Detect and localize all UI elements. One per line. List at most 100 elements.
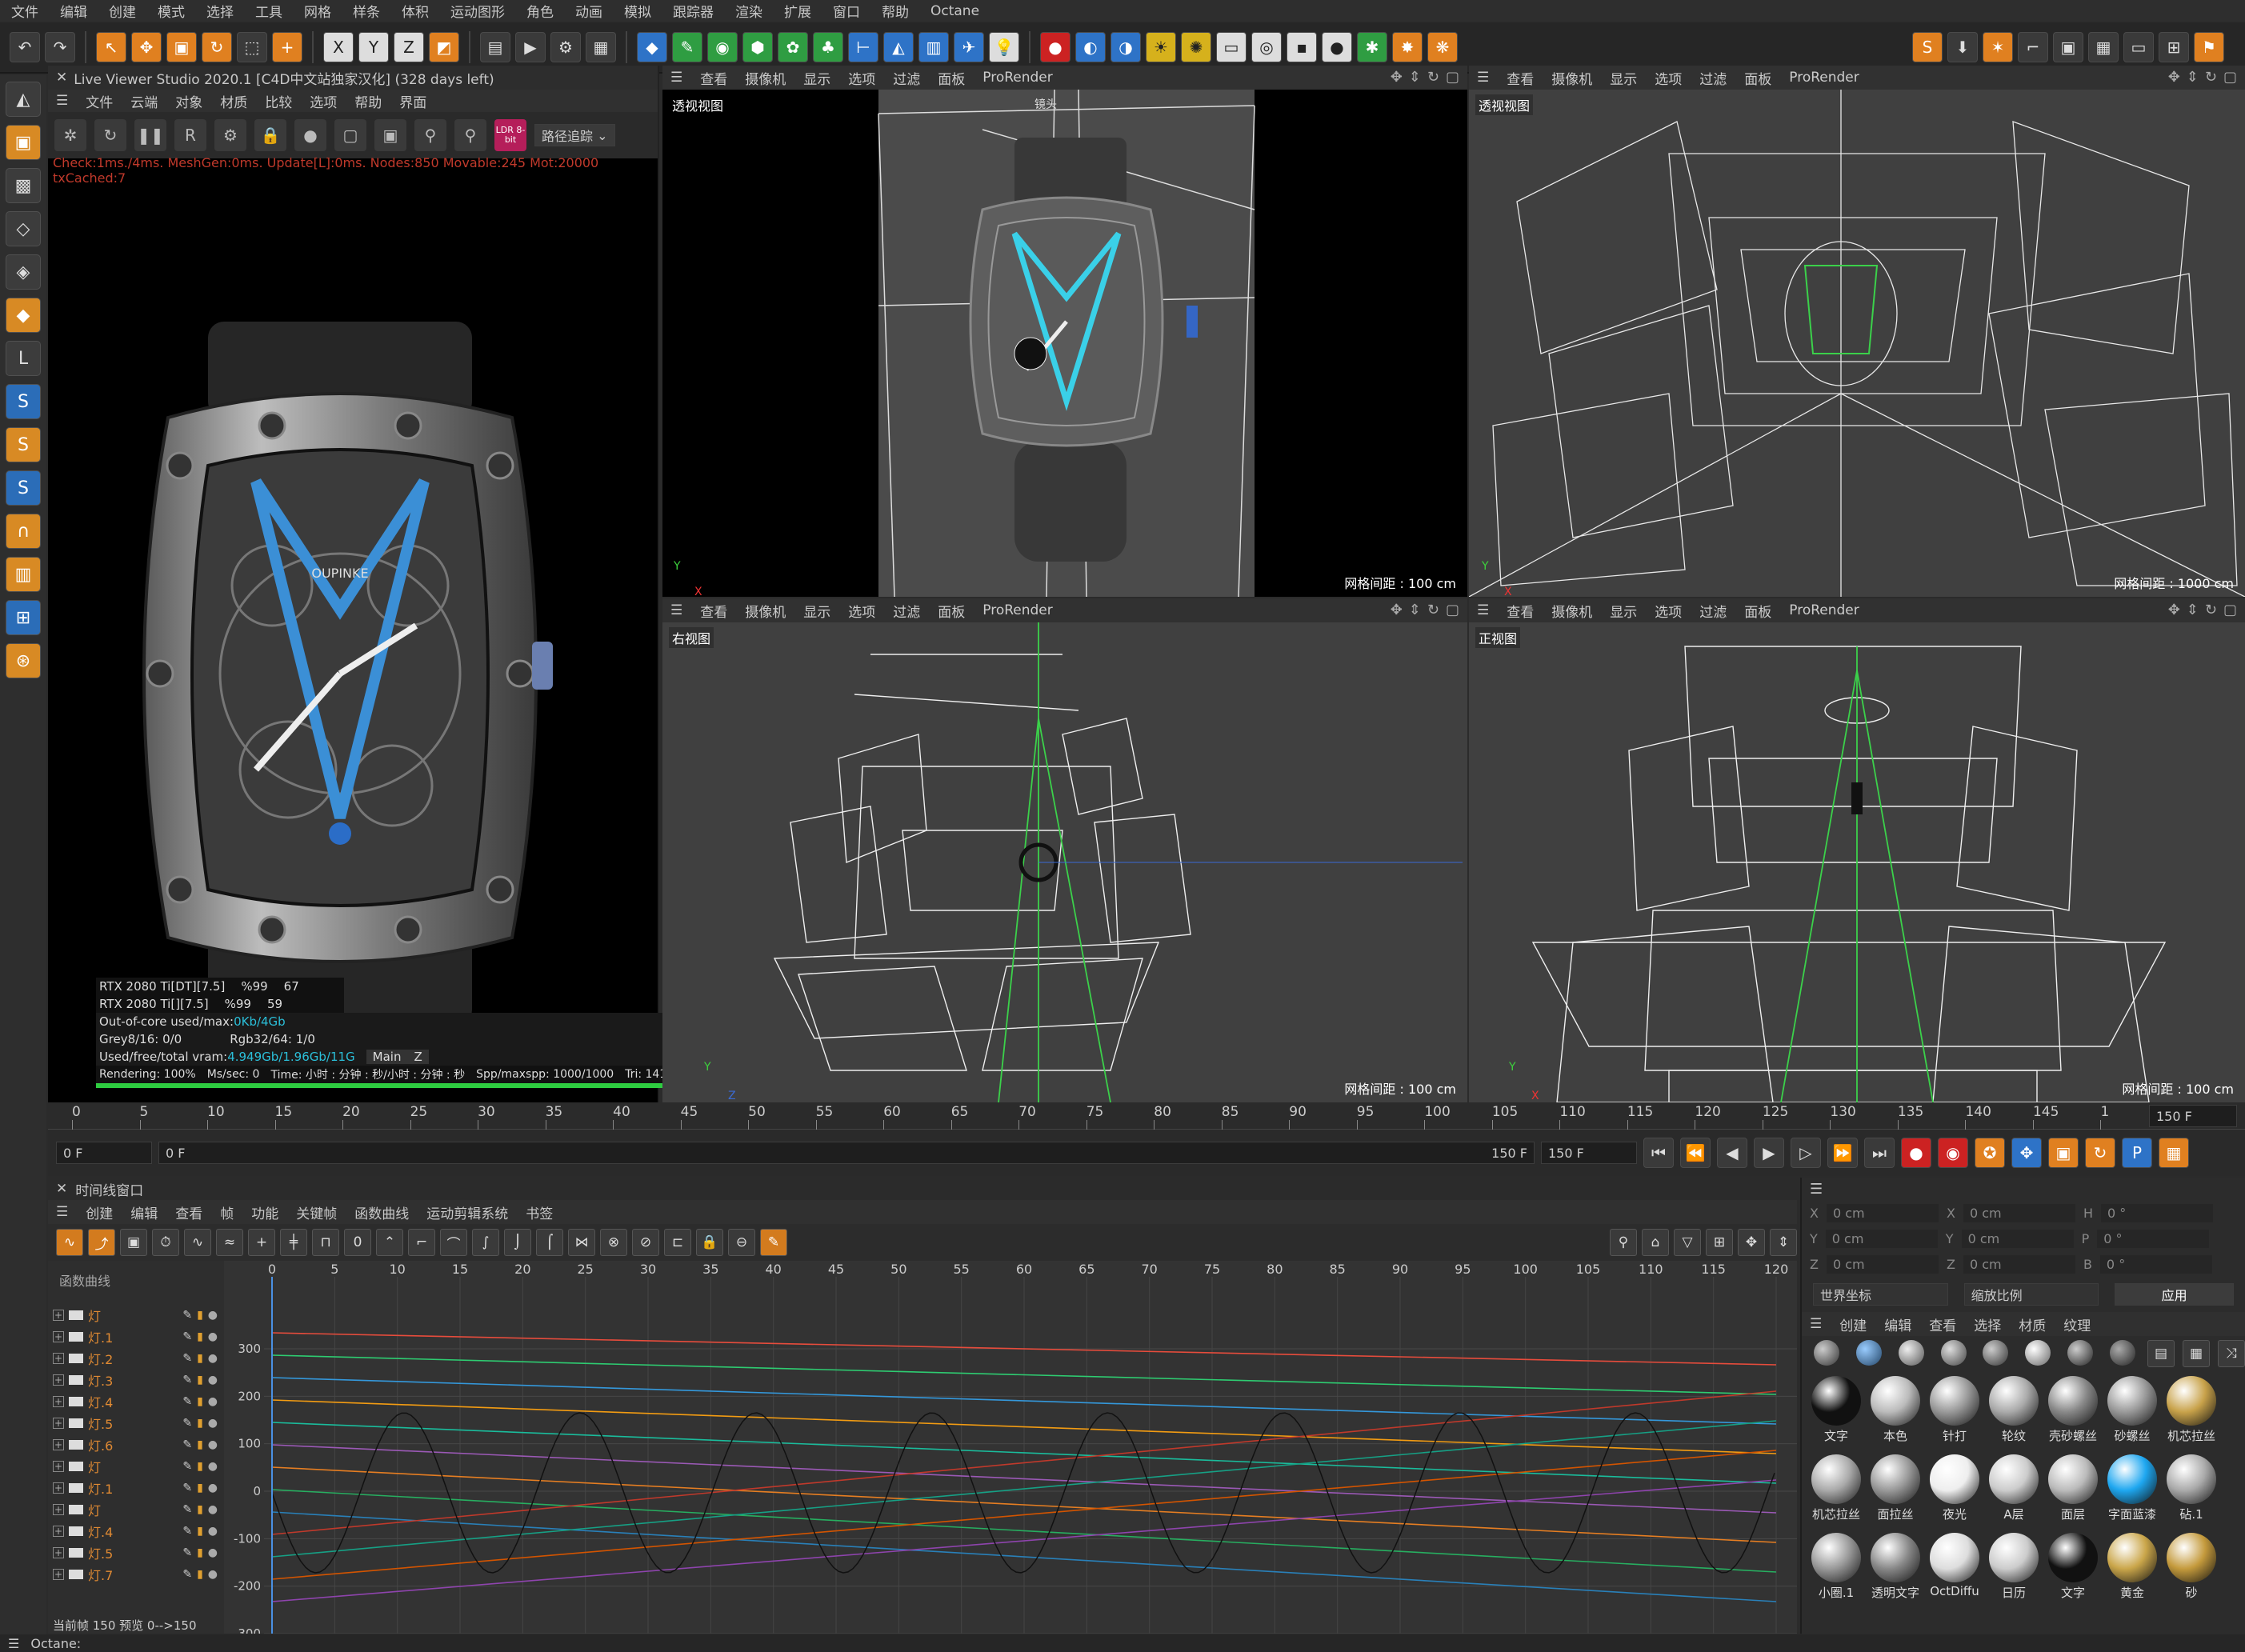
material-swatch[interactable]: 机芯拉丝: [2165, 1376, 2218, 1444]
lv-menu-item-2[interactable]: 对象: [175, 91, 202, 111]
render-view-icon[interactable]: ▶: [515, 32, 546, 62]
key-mode-icon[interactable]: ∿: [56, 1229, 83, 1256]
viewport-hamburger-icon[interactable]: ☰: [1477, 70, 1489, 86]
material-swatch[interactable]: 面层: [2047, 1454, 2099, 1522]
next-frame-icon[interactable]: ▷: [1791, 1138, 1821, 1168]
material-swatch[interactable]: 透明文字: [1869, 1533, 1922, 1601]
track-row[interactable]: + 灯.6 ✎ ▮ ●: [48, 1434, 224, 1455]
timeline-menu-item-3[interactable]: 帧: [220, 1202, 234, 1222]
rotate-icon[interactable]: ↻: [202, 32, 232, 62]
track-key-icon[interactable]: ▮: [197, 1395, 203, 1408]
move-view-icon[interactable]: ✥: [1391, 602, 1403, 618]
viewport-menu-item-2[interactable]: 显示: [1610, 68, 1637, 88]
track-row[interactable]: + 灯.5 ✎ ▮ ●: [48, 1542, 224, 1563]
track-key-icon[interactable]: ▮: [197, 1417, 203, 1430]
track-dot-icon[interactable]: ●: [208, 1438, 218, 1451]
autokey-icon[interactable]: ◉: [1938, 1138, 1968, 1168]
dope-sheet-icon[interactable]: ▣: [120, 1229, 147, 1256]
viewport-menu-item-5[interactable]: 面板: [1744, 601, 1771, 621]
prev-key-icon[interactable]: ⏪: [1680, 1138, 1711, 1168]
material-menu-item-5[interactable]: 纹理: [2063, 1314, 2091, 1334]
search-icon[interactable]: ⚲: [1610, 1229, 1637, 1256]
pause-icon[interactable]: ❚❚: [134, 119, 166, 151]
menu-item-2[interactable]: 创建: [109, 1, 136, 21]
menu-item-17[interactable]: 帮助: [882, 1, 909, 21]
material-swatch[interactable]: 文字: [2047, 1533, 2099, 1601]
track-edit-icon[interactable]: ✎: [182, 1460, 192, 1473]
material-hamburger-icon[interactable]: ☰: [1810, 1316, 1822, 1332]
viewport-menu-item-6[interactable]: ProRender: [982, 602, 1053, 618]
lock-viewer-icon[interactable]: 🔒: [254, 119, 286, 151]
menu-item-5[interactable]: 工具: [255, 1, 282, 21]
viewport-menu-item-5[interactable]: 面板: [938, 68, 965, 88]
lv-menu-item-3[interactable]: 材质: [220, 91, 247, 111]
close-timeline-icon[interactable]: ✕: [56, 1181, 67, 1197]
viewport-menu-item-4[interactable]: 过滤: [893, 68, 920, 88]
lv-menu-item-0[interactable]: 文件: [86, 91, 113, 111]
layout-icon[interactable]: ▣: [2053, 32, 2083, 62]
ease-in-icon[interactable]: ∫: [472, 1229, 499, 1256]
workplane-left-icon[interactable]: ▥: [6, 557, 41, 592]
viewport-menu-item-5[interactable]: 面板: [1744, 68, 1771, 88]
material-swatch[interactable]: 轮纹: [1987, 1376, 2040, 1444]
delete-key-icon[interactable]: ⊓: [312, 1229, 339, 1256]
zoom-view-icon[interactable]: ⇕: [2187, 69, 2199, 86]
track-edit-icon[interactable]: ✎: [182, 1482, 192, 1494]
track-edit-icon[interactable]: ✎: [182, 1525, 192, 1538]
menu-item-8[interactable]: 体积: [402, 1, 429, 21]
scale-key-icon[interactable]: ▣: [2048, 1138, 2079, 1168]
expand-icon[interactable]: +: [53, 1482, 64, 1494]
coord-value-field[interactable]: 0 °: [2097, 1229, 2210, 1248]
track-dot-icon[interactable]: ●: [208, 1546, 218, 1559]
ldr-badge[interactable]: LDR 8-bit: [494, 119, 526, 151]
material-swatch[interactable]: A层: [1987, 1454, 2040, 1522]
add-key2-icon[interactable]: ╪: [280, 1229, 307, 1256]
mograph-icon[interactable]: ♣: [813, 32, 843, 62]
expand-icon[interactable]: +: [53, 1352, 64, 1364]
expand-icon[interactable]: +: [53, 1330, 64, 1342]
maximize-icon[interactable]: ▢: [1446, 602, 1459, 618]
material-swatch[interactable]: 砂: [2165, 1533, 2218, 1601]
octane-material-icon[interactable]: ◐: [1075, 32, 1106, 62]
coord-value-field[interactable]: 0 cm: [1826, 1203, 1939, 1222]
scale-icon[interactable]: ▣: [166, 32, 197, 62]
zero-icon[interactable]: 0: [344, 1229, 371, 1256]
pen-icon[interactable]: ✎: [672, 32, 702, 62]
close-icon[interactable]: ✕: [56, 70, 67, 86]
track-key-icon[interactable]: ▮: [197, 1309, 203, 1322]
menu-item-15[interactable]: 扩展: [784, 1, 811, 21]
coord-hamburger-icon[interactable]: ☰: [1802, 1178, 2245, 1200]
frame-ruler[interactable]: 0 5 10 15 20 25 30 35 40 45 50 55 60 65 70 75 80 85 90 95 10…: [48, 1102, 2245, 1130]
material-menu-item-1[interactable]: 编辑: [1884, 1314, 1911, 1334]
menu-item-9[interactable]: 运动图形: [450, 1, 505, 21]
octane-target-icon[interactable]: ◎: [1251, 32, 1282, 62]
end-frame-field[interactable]: 150 F: [1541, 1142, 1637, 1164]
octane-camera-icon[interactable]: ▪: [1287, 32, 1317, 62]
material-swatch[interactable]: 壳砂螺丝: [2047, 1376, 2099, 1444]
linear-icon[interactable]: ⌃: [376, 1229, 403, 1256]
timeline-menu-item-2[interactable]: 查看: [175, 1202, 202, 1222]
track-row[interactable]: + 灯.1 ✎ ▮ ●: [48, 1477, 224, 1498]
expand-icon[interactable]: +: [53, 1525, 64, 1537]
mat-tool-mix-icon[interactable]: [2067, 1340, 2093, 1366]
move-icon[interactable]: ✥: [131, 32, 162, 62]
viewport-menu-item-1[interactable]: 摄像机: [745, 68, 786, 88]
lock-icon[interactable]: ⊛: [6, 643, 41, 678]
start-frame-field[interactable]: 0 F: [56, 1142, 152, 1164]
lv-menu-item-6[interactable]: 帮助: [354, 91, 382, 111]
coord-value-field[interactable]: 0 °: [2099, 1254, 2212, 1274]
grid-icon[interactable]: ⊞: [2159, 32, 2189, 62]
viewport-hamburger-icon[interactable]: ☰: [670, 602, 682, 618]
record-icon[interactable]: ●: [1901, 1138, 1931, 1168]
step-icon[interactable]: ⌐: [408, 1229, 435, 1256]
viewport-menu-item-1[interactable]: 摄像机: [1551, 68, 1592, 88]
track-dot-icon[interactable]: ●: [208, 1330, 218, 1343]
polygon-mode-icon[interactable]: ◆: [6, 298, 41, 333]
viewport-menu-item-4[interactable]: 过滤: [1699, 68, 1727, 88]
viewport-menu-item-6[interactable]: ProRender: [1789, 70, 1859, 86]
menu-item-13[interactable]: 跟踪器: [673, 1, 714, 21]
viewport-menu-item-2[interactable]: 显示: [803, 68, 830, 88]
script-key-icon[interactable]: ✎: [760, 1229, 787, 1256]
menu-item-12[interactable]: 模拟: [624, 1, 651, 21]
material-swatch[interactable]: 小圈.1: [1810, 1533, 1863, 1601]
